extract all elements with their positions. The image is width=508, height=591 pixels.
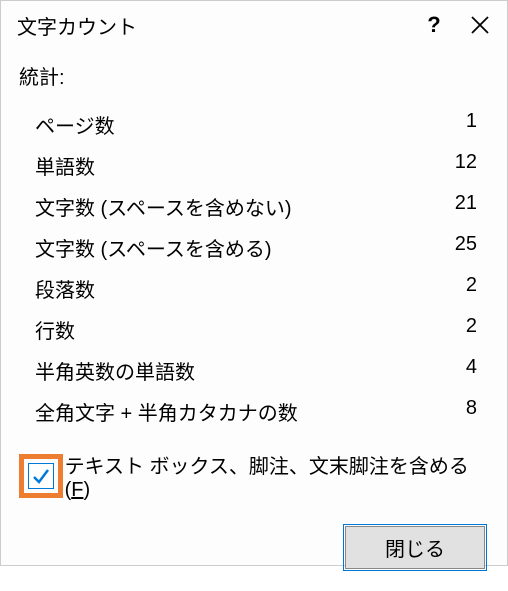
stats-row: 単語数 12 [19, 145, 489, 186]
stats-value: 25 [455, 233, 489, 262]
stats-row: 文字数 (スペースを含めない) 21 [19, 186, 489, 227]
help-button[interactable]: ? [411, 9, 457, 41]
checkmark-icon [31, 466, 51, 486]
stats-row: 段落数 2 [19, 268, 489, 309]
stats-value: 2 [466, 274, 489, 303]
stats-label: 文字数 (スペースを含めない) [35, 192, 291, 221]
checkbox-highlight [19, 454, 63, 498]
stats-label: 単語数 [35, 151, 95, 180]
stats-value: 2 [466, 315, 489, 344]
close-button[interactable]: 閉じる [345, 526, 485, 569]
stats-row: 半角英数の単語数 4 [19, 350, 489, 391]
dialog-content: 統計: ページ数 1 単語数 12 文字数 (スペースを含めない) 21 文字数… [1, 49, 507, 502]
stats-label: ページ数 [35, 110, 115, 139]
titlebar: 文字カウント ? [1, 1, 507, 49]
stats-row: 文字数 (スペースを含める) 25 [19, 227, 489, 268]
stats-heading: 統計: [19, 61, 489, 90]
stats-value: 12 [455, 151, 489, 180]
stats-value: 8 [466, 397, 489, 426]
include-textboxes-checkbox[interactable] [28, 463, 54, 489]
stats-label: 行数 [35, 315, 75, 344]
stats-label: 段落数 [35, 274, 95, 303]
stats-value: 21 [455, 192, 489, 221]
stats-row: 行数 2 [19, 309, 489, 350]
help-icon: ? [427, 12, 440, 38]
dialog-footer: 閉じる [1, 502, 507, 591]
include-textboxes-row: テキスト ボックス、脚注、文末脚注を含める(F) [19, 432, 489, 502]
stats-value: 1 [466, 110, 489, 139]
stats-label: 文字数 (スペースを含める) [35, 233, 271, 262]
stats-label: 半角英数の単語数 [35, 356, 195, 385]
close-icon [471, 16, 489, 34]
close-window-button[interactable] [457, 9, 503, 41]
titlebar-buttons: ? [411, 9, 503, 41]
stats-label: 全角文字 + 半角カタカナの数 [35, 397, 298, 426]
stats-list: ページ数 1 単語数 12 文字数 (スペースを含めない) 21 文字数 (スペ… [19, 104, 489, 432]
stats-row: ページ数 1 [19, 104, 489, 145]
stats-value: 4 [466, 356, 489, 385]
stats-row: 全角文字 + 半角カタカナの数 8 [19, 391, 489, 432]
dialog-title: 文字カウント [17, 11, 411, 40]
include-textboxes-label[interactable]: テキスト ボックス、脚注、文末脚注を含める(F) [65, 450, 489, 502]
word-count-dialog: 文字カウント ? 統計: ページ数 1 単語数 12 [0, 0, 508, 566]
